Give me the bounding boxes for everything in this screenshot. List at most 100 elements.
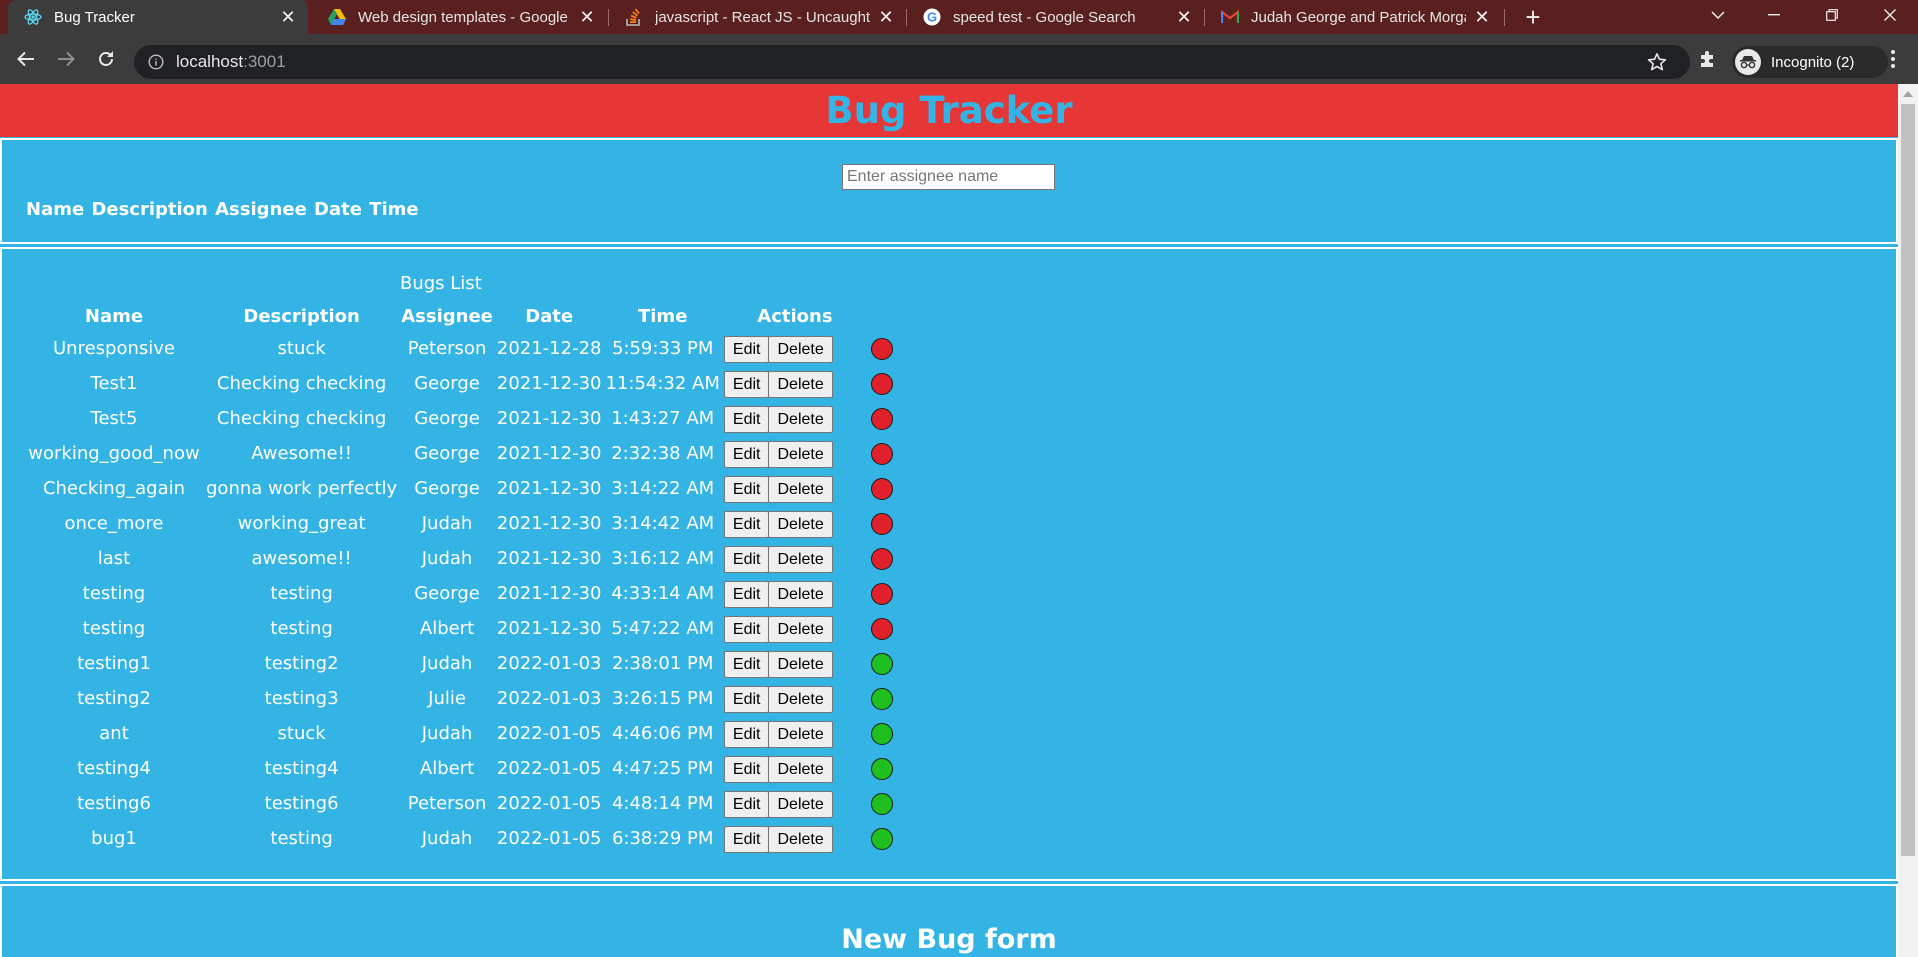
delete-button[interactable]: Delete <box>768 755 833 783</box>
bug-name-cell: testing1 <box>77 653 151 674</box>
status-indicator-dot[interactable] <box>870 583 893 605</box>
address-bar[interactable] <box>134 45 1690 79</box>
extensions-icon[interactable] <box>1691 42 1725 76</box>
bug-description-cell: working_great <box>237 513 366 534</box>
incognito-profile-button[interactable]: Incognito (2) <box>1732 46 1888 78</box>
edit-button[interactable]: Edit <box>723 335 770 363</box>
new-tab-button[interactable]: + <box>1519 2 1547 32</box>
status-indicator-dot[interactable] <box>870 828 893 850</box>
table-row: testing4 testing4 Albert 2022-01-05 4:47:25 … <box>26 754 894 784</box>
bug-actions-cell: Edit Delete <box>723 404 866 434</box>
delete-button[interactable]: Delete <box>768 790 833 818</box>
bug-actions-cell: Edit Delete <box>723 789 866 819</box>
bug-name-cell: working_good_now <box>28 443 200 464</box>
tab-separator <box>1504 9 1505 26</box>
column-header-actions: Actions <box>757 306 833 327</box>
status-indicator-dot[interactable] <box>870 338 893 360</box>
minimize-icon[interactable] <box>1752 0 1796 30</box>
edit-button[interactable]: Edit <box>723 685 770 713</box>
status-indicator-dot[interactable] <box>870 688 893 710</box>
status-indicator-dot[interactable] <box>870 793 893 815</box>
status-indicator-dot[interactable] <box>870 758 893 780</box>
tab-speed-test[interactable]: G speed test - Google Search ✕ <box>907 0 1204 34</box>
edit-button[interactable]: Edit <box>723 475 770 503</box>
status-indicator-dot[interactable] <box>870 373 893 395</box>
edit-button[interactable]: Edit <box>723 405 770 433</box>
bugs-list-caption: Bugs List <box>400 273 482 294</box>
forward-icon[interactable] <box>49 42 83 76</box>
delete-button[interactable]: Delete <box>768 685 833 713</box>
close-tab-icon[interactable]: ✕ <box>278 7 298 27</box>
edit-button[interactable]: Edit <box>723 755 770 783</box>
status-indicator-dot[interactable] <box>870 513 893 535</box>
tab-search-icon[interactable] <box>1696 0 1740 30</box>
url-text[interactable]: localhost:3001 <box>176 52 286 72</box>
close-tab-icon[interactable]: ✕ <box>1472 7 1492 27</box>
delete-button[interactable]: Delete <box>768 545 833 573</box>
back-icon[interactable] <box>9 42 43 76</box>
tab-gmail[interactable]: Judah George and Patrick Morgan ✕ <box>1205 0 1502 34</box>
close-window-icon[interactable] <box>1868 0 1912 30</box>
delete-button[interactable]: Delete <box>768 825 833 853</box>
edit-button[interactable]: Edit <box>723 650 770 678</box>
delete-button[interactable]: Delete <box>768 440 833 468</box>
restore-icon[interactable] <box>1810 0 1854 30</box>
delete-button[interactable]: Delete <box>768 580 833 608</box>
bug-assignee-cell: George <box>414 408 480 429</box>
bug-status-cell <box>870 789 894 819</box>
delete-button[interactable]: Delete <box>768 650 833 678</box>
bug-status-cell <box>870 824 894 854</box>
edit-button[interactable]: Edit <box>723 615 770 643</box>
tab-web-design-templates[interactable]: Web design templates - Google Drive ✕ <box>312 0 607 34</box>
bookmark-star-icon[interactable] <box>1645 50 1669 74</box>
status-indicator-dot[interactable] <box>870 443 893 465</box>
tab-bug-tracker[interactable]: Bug Tracker ✕ <box>8 0 308 34</box>
delete-button[interactable]: Delete <box>768 720 833 748</box>
close-tab-icon[interactable]: ✕ <box>876 7 896 27</box>
reload-icon[interactable] <box>89 42 123 76</box>
bugs-table-body: Unresponsive stuck Peterson 2021-12-28 5:59:… <box>26 334 894 854</box>
assignee-search-input[interactable] <box>842 164 1055 190</box>
bug-date-cell: 2021-12-30 <box>496 373 602 394</box>
close-tab-icon[interactable]: ✕ <box>1174 7 1194 27</box>
scrollbar-thumb[interactable] <box>1901 104 1915 856</box>
delete-button[interactable]: Delete <box>768 370 833 398</box>
edit-button[interactable]: Edit <box>723 545 770 573</box>
status-indicator-dot[interactable] <box>870 408 893 430</box>
bug-date-cell: 2022-01-03 <box>496 653 602 674</box>
close-tab-icon[interactable]: ✕ <box>577 7 597 27</box>
delete-button[interactable]: Delete <box>768 615 833 643</box>
bug-time-cell: 3:26:15 PM <box>611 688 714 709</box>
status-indicator-dot[interactable] <box>870 548 893 570</box>
status-indicator-dot[interactable] <box>870 723 893 745</box>
delete-button[interactable]: Delete <box>768 405 833 433</box>
status-indicator-dot[interactable] <box>870 618 893 640</box>
edit-button[interactable]: Edit <box>723 440 770 468</box>
tab-title: Bug Tracker <box>54 8 135 26</box>
edit-button[interactable]: Edit <box>723 580 770 608</box>
delete-button[interactable]: Delete <box>768 335 833 363</box>
edit-button[interactable]: Edit <box>723 370 770 398</box>
status-indicator-dot[interactable] <box>870 653 893 675</box>
bug-name-cell: ant <box>99 723 129 744</box>
scroll-up-arrow-icon[interactable] <box>1903 91 1913 97</box>
bug-actions-cell: Edit Delete <box>723 614 866 644</box>
delete-button[interactable]: Delete <box>768 510 833 538</box>
table-row: testing1 testing2 Judah 2022-01-03 2:38:01 P… <box>26 649 894 679</box>
bug-name-cell: testing2 <box>77 688 151 709</box>
bugs-table: Name Description Assignee Date Time Acti… <box>22 299 898 859</box>
bug-actions-cell: Edit Delete <box>723 509 866 539</box>
bug-date-cell: 2021-12-30 <box>496 618 602 639</box>
tab-stackoverflow[interactable]: javascript - React JS - Uncaught TypeErr… <box>609 0 906 34</box>
edit-button[interactable]: Edit <box>723 720 770 748</box>
page-scrollbar[interactable] <box>1898 84 1918 957</box>
bug-date-cell: 2022-01-05 <box>496 723 602 744</box>
edit-button[interactable]: Edit <box>723 510 770 538</box>
column-header-time: Time <box>637 306 688 327</box>
delete-button[interactable]: Delete <box>768 475 833 503</box>
edit-button[interactable]: Edit <box>723 790 770 818</box>
site-info-icon[interactable] <box>146 52 166 72</box>
status-indicator-dot[interactable] <box>870 478 893 500</box>
bug-date-cell: 2021-12-30 <box>496 408 602 429</box>
edit-button[interactable]: Edit <box>723 825 770 853</box>
